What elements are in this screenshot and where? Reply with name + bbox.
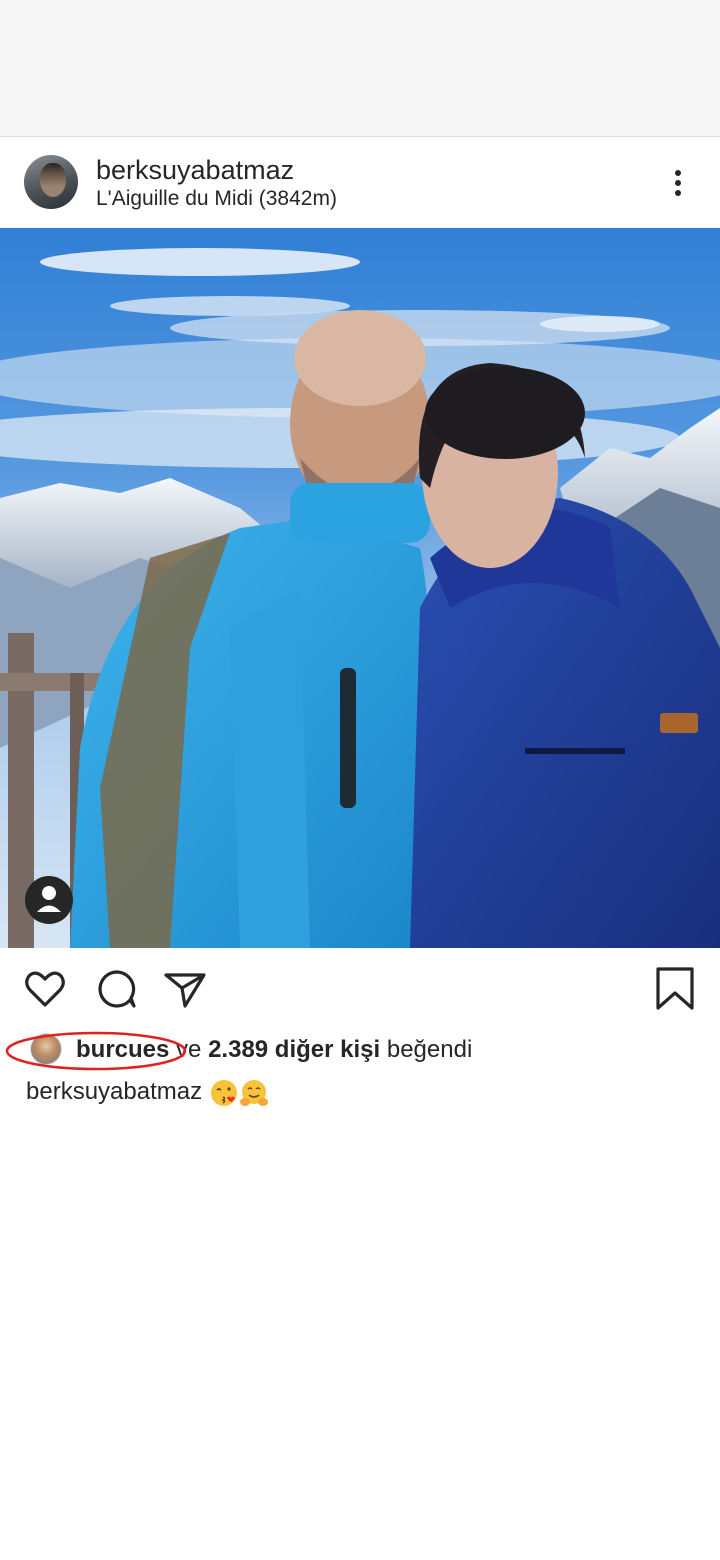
- status-area: [0, 0, 720, 137]
- caption-username[interactable]: berksuyabatmaz: [26, 1078, 202, 1105]
- post-photo[interactable]: [0, 228, 720, 948]
- post-caption: berksuyabatmaz: [26, 1076, 269, 1108]
- user-avatar[interactable]: [24, 155, 78, 209]
- post-username[interactable]: berksuyabatmaz: [96, 155, 294, 185]
- post-actions: [0, 960, 720, 1020]
- post-header: berksuyabatmaz L'Aiguille du Midi (3842m…: [0, 137, 720, 227]
- kissing-face-emoji: [210, 1079, 237, 1106]
- heart-icon[interactable]: [22, 966, 68, 1012]
- likes-count[interactable]: 2.389 diğer kişi: [208, 1036, 380, 1063]
- post-location[interactable]: L'Aiguille du Midi (3842m): [96, 187, 337, 211]
- comment-icon[interactable]: [94, 966, 140, 1012]
- likes-suffix: beğendi: [386, 1036, 473, 1063]
- post-image: [0, 228, 720, 948]
- bookmark-icon[interactable]: [652, 966, 698, 1012]
- send-icon[interactable]: [162, 966, 208, 1012]
- highlight-annotation: [5, 1031, 187, 1071]
- hugging-face-emoji: [239, 1079, 268, 1106]
- likes-summary: burcues ve 2.389 diğer kişi beğendi: [0, 1030, 720, 1071]
- more-options-icon[interactable]: [660, 165, 696, 201]
